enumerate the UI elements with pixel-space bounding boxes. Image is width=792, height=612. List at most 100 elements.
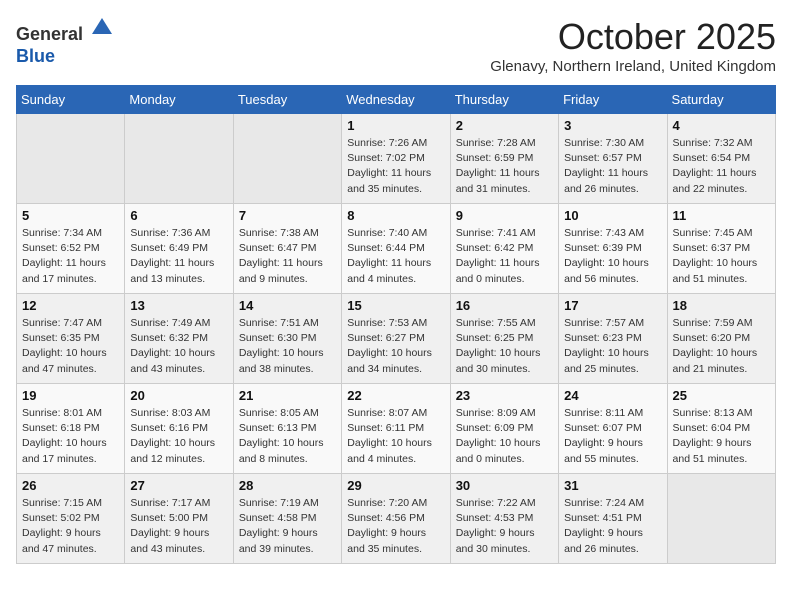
calendar-cell: 7 Sunrise: 7:38 AM Sunset: 6:47 PM Daylig… xyxy=(233,204,341,294)
day-info: Sunrise: 7:49 AM Sunset: 6:32 PM Dayligh… xyxy=(130,316,227,377)
day-info: Sunrise: 7:15 AM Sunset: 5:02 PM Dayligh… xyxy=(22,496,119,557)
calendar-cell: 16 Sunrise: 7:55 AM Sunset: 6:25 PM Dayli… xyxy=(450,294,558,384)
day-number: 6 xyxy=(130,208,227,223)
day-info: Sunrise: 8:11 AM Sunset: 6:07 PM Dayligh… xyxy=(564,406,661,467)
day-info: Sunrise: 7:41 AM Sunset: 6:42 PM Dayligh… xyxy=(456,226,553,287)
logo-general-text: General xyxy=(16,24,83,44)
day-info: Sunrise: 8:03 AM Sunset: 6:16 PM Dayligh… xyxy=(130,406,227,467)
day-number: 21 xyxy=(239,388,336,403)
calendar-week-row: 1 Sunrise: 7:26 AM Sunset: 7:02 PM Daylig… xyxy=(17,114,776,204)
page-header: General Blue October 2025 Glenavy, North… xyxy=(16,16,776,75)
day-number: 19 xyxy=(22,388,119,403)
day-info: Sunrise: 7:55 AM Sunset: 6:25 PM Dayligh… xyxy=(456,316,553,377)
weekday-header: Friday xyxy=(559,86,667,114)
day-info: Sunrise: 7:47 AM Sunset: 6:35 PM Dayligh… xyxy=(22,316,119,377)
day-info: Sunrise: 7:26 AM Sunset: 7:02 PM Dayligh… xyxy=(347,136,444,197)
day-number: 17 xyxy=(564,298,661,313)
logo-icon xyxy=(90,16,114,40)
title-block: October 2025 Glenavy, Northern Ireland, … xyxy=(490,16,776,75)
day-number: 7 xyxy=(239,208,336,223)
calendar-cell: 22Sunrise: 8:07 AM Sunset: 6:11 PM Dayli… xyxy=(342,384,450,474)
day-info: Sunrise: 7:51 AM Sunset: 6:30 PM Dayligh… xyxy=(239,316,336,377)
day-number: 31 xyxy=(564,478,661,493)
calendar-cell xyxy=(125,114,233,204)
day-number: 9 xyxy=(456,208,553,223)
day-info: Sunrise: 8:01 AM Sunset: 6:18 PM Dayligh… xyxy=(22,406,119,467)
day-number: 23 xyxy=(456,388,553,403)
day-info: Sunrise: 7:19 AM Sunset: 4:58 PM Dayligh… xyxy=(239,496,336,557)
calendar-cell: 28 Sunrise: 7:19 AM Sunset: 4:58 PM Dayli… xyxy=(233,474,341,564)
calendar-cell: 8 Sunrise: 7:40 AM Sunset: 6:44 PM Daylig… xyxy=(342,204,450,294)
calendar-cell: 20Sunrise: 8:03 AM Sunset: 6:16 PM Dayli… xyxy=(125,384,233,474)
day-number: 22 xyxy=(347,388,444,403)
day-number: 15 xyxy=(347,298,444,313)
calendar-cell xyxy=(17,114,125,204)
calendar-cell: 30 Sunrise: 7:22 AM Sunset: 4:53 PM Dayli… xyxy=(450,474,558,564)
calendar-cell: 6 Sunrise: 7:36 AM Sunset: 6:49 PM Daylig… xyxy=(125,204,233,294)
day-number: 14 xyxy=(239,298,336,313)
day-number: 16 xyxy=(456,298,553,313)
day-info: Sunrise: 7:34 AM Sunset: 6:52 PM Dayligh… xyxy=(22,226,119,287)
calendar-week-row: 26 Sunrise: 7:15 AM Sunset: 5:02 PM Dayli… xyxy=(17,474,776,564)
day-number: 18 xyxy=(673,298,770,313)
weekday-header: Tuesday xyxy=(233,86,341,114)
location-subtitle: Glenavy, Northern Ireland, United Kingdo… xyxy=(490,58,776,75)
day-info: Sunrise: 7:38 AM Sunset: 6:47 PM Dayligh… xyxy=(239,226,336,287)
day-info: Sunrise: 7:36 AM Sunset: 6:49 PM Dayligh… xyxy=(130,226,227,287)
day-info: Sunrise: 7:59 AM Sunset: 6:20 PM Dayligh… xyxy=(673,316,770,377)
weekday-header: Sunday xyxy=(17,86,125,114)
calendar-cell: 31 Sunrise: 7:24 AM Sunset: 4:51 PM Dayli… xyxy=(559,474,667,564)
day-info: Sunrise: 7:22 AM Sunset: 4:53 PM Dayligh… xyxy=(456,496,553,557)
weekday-header: Wednesday xyxy=(342,86,450,114)
calendar-table: SundayMondayTuesdayWednesdayThursdayFrid… xyxy=(16,85,776,564)
calendar-cell: 11Sunrise: 7:45 AM Sunset: 6:37 PM Dayli… xyxy=(667,204,775,294)
calendar-cell: 17Sunrise: 7:57 AM Sunset: 6:23 PM Dayli… xyxy=(559,294,667,384)
calendar-cell: 27 Sunrise: 7:17 AM Sunset: 5:00 PM Dayli… xyxy=(125,474,233,564)
day-number: 29 xyxy=(347,478,444,493)
weekday-header: Thursday xyxy=(450,86,558,114)
day-number: 8 xyxy=(347,208,444,223)
month-title: October 2025 xyxy=(490,16,776,58)
day-info: Sunrise: 7:17 AM Sunset: 5:00 PM Dayligh… xyxy=(130,496,227,557)
day-info: Sunrise: 7:28 AM Sunset: 6:59 PM Dayligh… xyxy=(456,136,553,197)
calendar-cell: 29 Sunrise: 7:20 AM Sunset: 4:56 PM Dayli… xyxy=(342,474,450,564)
calendar-week-row: 19 Sunrise: 8:01 AM Sunset: 6:18 PM Dayli… xyxy=(17,384,776,474)
calendar-cell: 13Sunrise: 7:49 AM Sunset: 6:32 PM Dayli… xyxy=(125,294,233,384)
day-info: Sunrise: 8:09 AM Sunset: 6:09 PM Dayligh… xyxy=(456,406,553,467)
calendar-week-row: 5 Sunrise: 7:34 AM Sunset: 6:52 PM Daylig… xyxy=(17,204,776,294)
day-number: 24 xyxy=(564,388,661,403)
day-info: Sunrise: 7:24 AM Sunset: 4:51 PM Dayligh… xyxy=(564,496,661,557)
day-number: 5 xyxy=(22,208,119,223)
weekday-header: Monday xyxy=(125,86,233,114)
day-number: 2 xyxy=(456,118,553,133)
weekday-header: Saturday xyxy=(667,86,775,114)
day-number: 28 xyxy=(239,478,336,493)
calendar-cell: 2 Sunrise: 7:28 AM Sunset: 6:59 PM Daylig… xyxy=(450,114,558,204)
day-number: 1 xyxy=(347,118,444,133)
calendar-cell: 26 Sunrise: 7:15 AM Sunset: 5:02 PM Dayli… xyxy=(17,474,125,564)
day-info: Sunrise: 7:43 AM Sunset: 6:39 PM Dayligh… xyxy=(564,226,661,287)
calendar-cell xyxy=(233,114,341,204)
calendar-cell: 4Sunrise: 7:32 AM Sunset: 6:54 PM Daylig… xyxy=(667,114,775,204)
calendar-cell: 5 Sunrise: 7:34 AM Sunset: 6:52 PM Daylig… xyxy=(17,204,125,294)
calendar-cell: 18 Sunrise: 7:59 AM Sunset: 6:20 PM Dayli… xyxy=(667,294,775,384)
calendar-cell: 19 Sunrise: 8:01 AM Sunset: 6:18 PM Dayli… xyxy=(17,384,125,474)
calendar-cell xyxy=(667,474,775,564)
day-number: 25 xyxy=(673,388,770,403)
calendar-cell: 12Sunrise: 7:47 AM Sunset: 6:35 PM Dayli… xyxy=(17,294,125,384)
calendar-cell: 9 Sunrise: 7:41 AM Sunset: 6:42 PM Daylig… xyxy=(450,204,558,294)
day-info: Sunrise: 7:53 AM Sunset: 6:27 PM Dayligh… xyxy=(347,316,444,377)
day-number: 30 xyxy=(456,478,553,493)
calendar-cell: 14 Sunrise: 7:51 AM Sunset: 6:30 PM Dayli… xyxy=(233,294,341,384)
day-info: Sunrise: 7:45 AM Sunset: 6:37 PM Dayligh… xyxy=(673,226,770,287)
day-info: Sunrise: 8:13 AM Sunset: 6:04 PM Dayligh… xyxy=(673,406,770,467)
day-info: Sunrise: 7:30 AM Sunset: 6:57 PM Dayligh… xyxy=(564,136,661,197)
calendar-cell: 10Sunrise: 7:43 AM Sunset: 6:39 PM Dayli… xyxy=(559,204,667,294)
day-info: Sunrise: 7:20 AM Sunset: 4:56 PM Dayligh… xyxy=(347,496,444,557)
day-info: Sunrise: 7:40 AM Sunset: 6:44 PM Dayligh… xyxy=(347,226,444,287)
calendar-cell: 1 Sunrise: 7:26 AM Sunset: 7:02 PM Daylig… xyxy=(342,114,450,204)
day-number: 26 xyxy=(22,478,119,493)
day-info: Sunrise: 7:32 AM Sunset: 6:54 PM Dayligh… xyxy=(673,136,770,197)
calendar-cell: 3Sunrise: 7:30 AM Sunset: 6:57 PM Daylig… xyxy=(559,114,667,204)
day-number: 27 xyxy=(130,478,227,493)
